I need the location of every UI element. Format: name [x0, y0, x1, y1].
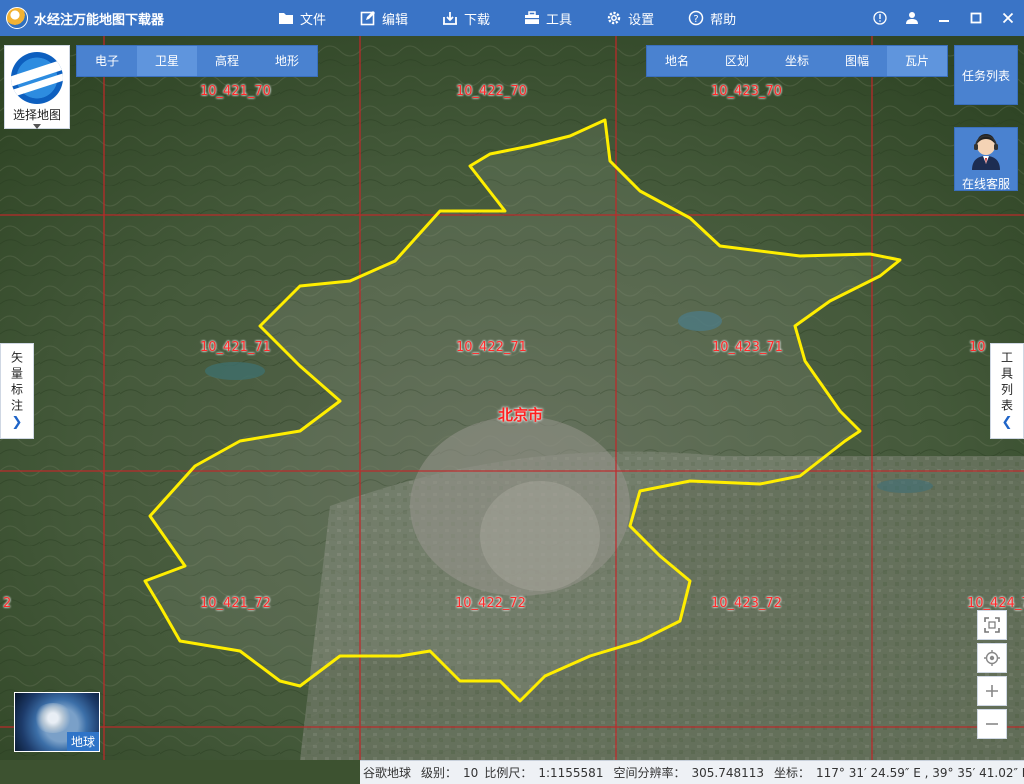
caret-down-icon: [33, 124, 41, 129]
map-type-tabs: 电子 卫星 高程 地形: [76, 45, 318, 77]
tab-coordinates[interactable]: 坐标: [767, 46, 827, 76]
menu-tools[interactable]: 工具: [524, 0, 572, 36]
menu-file-label: 文件: [300, 12, 327, 28]
vector-annotation-panel-toggle[interactable]: 矢量标注 ❯: [0, 343, 34, 439]
user-icon: [906, 12, 918, 24]
support-label: 在线客服: [961, 177, 1010, 191]
maximize-button[interactable]: [960, 0, 992, 36]
tile-label: 2: [3, 596, 12, 611]
earth-view-button[interactable]: 地球: [14, 692, 100, 752]
status-bar: 谷歌地球 级别： 10 比例尺： 1:1155581 空间分辨率： 305.74…: [360, 760, 1024, 784]
close-button[interactable]: [992, 0, 1024, 36]
menu-help[interactable]: ? 帮助: [688, 0, 736, 36]
status-scale: 1:1155581: [538, 765, 604, 780]
folder-icon: [279, 13, 293, 24]
close-icon: [1002, 12, 1014, 24]
tile-label: 10_421_70: [200, 84, 271, 99]
tile-label: 10: [969, 340, 986, 355]
status-level: 10: [463, 765, 479, 780]
map-select-label: 选择地图: [12, 108, 61, 122]
minimize-icon: [939, 20, 949, 22]
locate-icon: [984, 650, 1000, 666]
menu-help-label: 帮助: [710, 12, 737, 28]
minimize-button[interactable]: [928, 0, 960, 36]
fullscreen-icon: [984, 617, 1000, 633]
window-controls: [864, 0, 1024, 36]
status-coord-label: 坐标：: [774, 766, 811, 780]
tile-label: 10_423_71: [712, 340, 783, 355]
info-icon: [873, 11, 887, 25]
tab-sheets[interactable]: 图幅: [827, 46, 887, 76]
menu-edit-label: 编辑: [382, 12, 409, 28]
maximize-icon: [970, 12, 982, 24]
user-button[interactable]: [896, 0, 928, 36]
menu-download-label: 下载: [464, 12, 491, 28]
tab-satellite[interactable]: 卫星: [137, 46, 197, 76]
status-scale-label: 比例尺：: [484, 766, 533, 780]
chevron-left-icon: ❮: [1001, 415, 1013, 430]
menu-tools-label: 工具: [546, 12, 573, 28]
tile-label: 10_424_7: [967, 596, 1024, 611]
status-resolution: 305.748113: [691, 765, 764, 780]
tile-label: 10_422_72: [455, 596, 526, 611]
globe-icon: [11, 52, 63, 104]
tool-list-panel-toggle[interactable]: 工具列表 ❮: [990, 343, 1024, 439]
minus-icon: [986, 723, 998, 725]
tile-label: 10_423_70: [711, 84, 782, 99]
tab-tiles[interactable]: 瓦片: [887, 46, 947, 76]
map-canvas[interactable]: 10_421_70 10_422_70 10_423_70 10_421_71 …: [0, 36, 1024, 760]
tab-elevation[interactable]: 高程: [197, 46, 257, 76]
vector-annotation-label: 矢量标注: [9, 351, 24, 415]
city-label: 北京市: [498, 406, 544, 424]
status-map-source: 谷歌地球: [363, 766, 412, 780]
menu-file[interactable]: 文件: [278, 0, 326, 36]
toolbox-icon: [525, 11, 540, 24]
fullscreen-button[interactable]: [977, 610, 1007, 640]
main-menu: 文件 编辑 下载 工具 设置 ? 帮助: [278, 0, 770, 36]
overlay-tabs: 地名 区划 坐标 图幅 瓦片: [646, 45, 948, 77]
tile-label: 10_421_72: [200, 596, 271, 611]
status-resolution-label: 空间分辨率：: [613, 766, 686, 780]
tile-label: 10_422_70: [456, 84, 527, 99]
status-coords: 117° 31′ 24.59″ E , 39° 35′ 41.02″ N: [816, 765, 1024, 780]
chevron-right-icon: ❯: [11, 415, 23, 430]
task-list-button[interactable]: 任务列表: [954, 45, 1018, 105]
zoom-out-button[interactable]: [977, 709, 1007, 739]
tile-label: 10_421_71: [200, 340, 271, 355]
app-title: 水经注万能地图下载器: [34, 12, 165, 28]
title-bar: 水经注万能地图下载器 文件 编辑 下载 工具 设置 ? 帮助: [0, 0, 1024, 36]
tab-electronic[interactable]: 电子: [77, 46, 137, 76]
tile-label: 10_422_71: [456, 340, 527, 355]
tab-terrain[interactable]: 地形: [257, 46, 317, 76]
online-support-button[interactable]: 在线客服: [954, 127, 1018, 191]
plus-icon: [986, 685, 998, 697]
locate-button[interactable]: [977, 643, 1007, 673]
status-level-label: 级别：: [421, 766, 458, 780]
tool-list-label: 工具列表: [999, 351, 1014, 415]
support-agent-icon: [972, 134, 1000, 170]
map-source-selector[interactable]: 选择地图: [4, 45, 70, 129]
info-button[interactable]: [864, 0, 896, 36]
satellite-imagery: [0, 36, 1024, 760]
download-icon: [443, 12, 458, 25]
tile-label: 10_423_72: [711, 596, 782, 611]
tab-place-names[interactable]: 地名: [647, 46, 707, 76]
earth-label: 地球: [66, 732, 99, 751]
svg-text:?: ?: [693, 14, 698, 25]
menu-settings[interactable]: 设置: [606, 0, 654, 36]
help-icon: ?: [688, 10, 704, 26]
zoom-in-button[interactable]: [977, 676, 1007, 706]
menu-edit[interactable]: 编辑: [360, 0, 408, 36]
gear-icon: [607, 11, 621, 25]
menu-download[interactable]: 下载: [442, 0, 490, 36]
app-logo: [6, 7, 28, 29]
menu-settings-label: 设置: [628, 12, 655, 28]
edit-icon: [360, 11, 376, 26]
tab-divisions[interactable]: 区划: [707, 46, 767, 76]
